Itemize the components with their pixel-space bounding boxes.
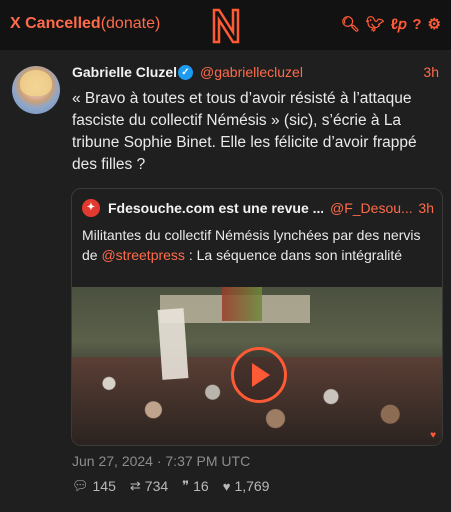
tweet-stats: 💬︎ 145 ⇄ 734 ❞ 16 ♥ 1,769 [72, 478, 269, 494]
tweet-text: « Bravo à toutes et tous d’avoir résisté… [72, 90, 417, 173]
quoted-author-handle[interactable]: @F_Desou... [330, 200, 413, 216]
likes-count: 1,769 [234, 478, 270, 494]
top-bar: X Cancelled(donate) 🔍︎ 🐦︎ ℓ𝑝 ? ⚙ [0, 0, 451, 50]
nitter-logo-icon[interactable] [208, 6, 244, 46]
sign-image-area [157, 308, 189, 380]
quote-icon: ❞ [182, 478, 190, 493]
search-icon[interactable]: 🔍︎ [341, 15, 360, 33]
retweets-stat: ⇄ 734 [130, 478, 168, 494]
quoted-text: Militantes du collectif Némésis lynchées… [82, 225, 432, 265]
gear-icon[interactable]: ⚙ [428, 15, 441, 33]
mention-link[interactable]: @streetpress [101, 247, 184, 263]
nav-icons: 🔍︎ 🐦︎ ℓ𝑝 ? ⚙ [341, 15, 441, 34]
avatar[interactable] [12, 66, 60, 114]
likes-stat: ♥ 1,769 [223, 478, 270, 494]
tweet-date[interactable]: Jun 27, 2024 · 7:37 PM UTC [72, 453, 250, 469]
replies-stat: 💬︎ 145 [72, 478, 116, 494]
quoted-text-part2: : La séquence dans son intégralité [184, 247, 403, 263]
verified-badge-icon: ✓ [178, 65, 193, 80]
quoted-tweet[interactable]: ✦ Fdesouche.com est une revue ... @F_Des… [71, 188, 443, 446]
quoted-time[interactable]: 3h [418, 200, 434, 216]
twitter-bird-icon[interactable]: 🐦︎ [366, 15, 385, 33]
tweet-time[interactable]: 3h [423, 64, 439, 80]
flag-image-area [222, 287, 262, 321]
video-thumbnail[interactable]: ♥ [72, 287, 442, 445]
donate-link[interactable]: (donate) [101, 15, 161, 32]
heart-icon: ♥ [222, 478, 231, 494]
help-icon[interactable]: ? [412, 16, 421, 33]
quotes-count: 16 [193, 478, 209, 494]
author-handle[interactable]: @gabriellecluzel [200, 64, 303, 80]
quoted-author-name[interactable]: Fdesouche.com est une revue ... [108, 200, 323, 216]
play-button-icon[interactable] [231, 347, 287, 403]
quoted-avatar-icon[interactable]: ✦ [82, 199, 100, 217]
comment-icon: 💬︎ [72, 478, 89, 493]
brand-title: X Cancelled [10, 15, 101, 32]
brand-link[interactable]: X Cancelled(donate) [10, 15, 160, 33]
video-corner-icon: ♥ [430, 430, 436, 441]
author-name[interactable]: Gabrielle Cluzel [72, 64, 177, 80]
replies-count: 145 [92, 478, 116, 494]
quotes-stat: ❞ 16 [182, 478, 209, 494]
retweet-icon: ⇄ [129, 478, 141, 493]
tweet-card[interactable]: Gabrielle Cluzel ✓ @gabriellecluzel 3h «… [0, 50, 451, 512]
liberapay-icon[interactable]: ℓ𝑝 [391, 16, 407, 33]
retweets-count: 734 [144, 478, 169, 494]
